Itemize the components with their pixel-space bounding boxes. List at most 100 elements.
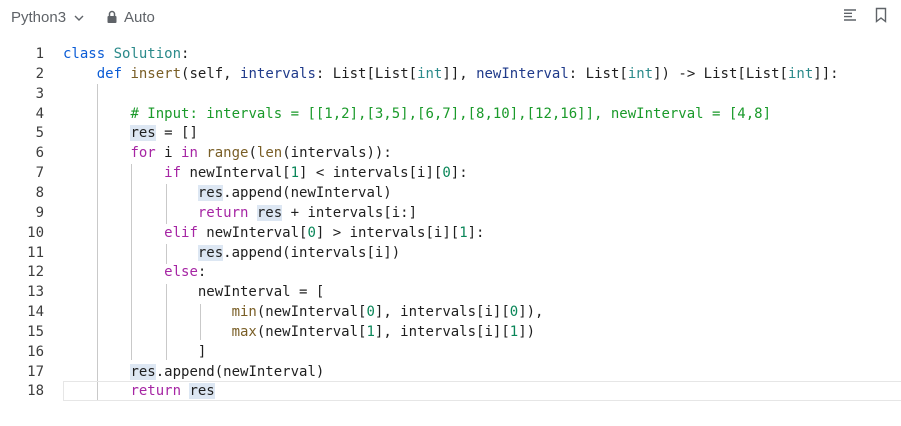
line-number: 7 [35,165,44,182]
code-line[interactable]: 1 class Solution: [0,44,901,64]
code-token: Solution [113,46,182,62]
code-token: : [181,46,190,62]
code-token: res [130,125,156,142]
code-line[interactable]: 9 return res + intervals[i:] [0,203,901,223]
code-token: res [130,363,156,380]
code-token: 1 [290,165,300,182]
line-number: 5 [35,125,44,142]
code-token: range [206,145,249,162]
language-label: Python3 [11,8,67,26]
editor-toolbar: Python3 Auto [0,0,901,34]
code-line[interactable]: 2 def insert(self, intervals: List[List[… [0,64,901,84]
code-text: class Solution: [63,44,189,64]
code-token: : List[List[ [315,65,418,82]
line-number: 16 [27,343,44,360]
line-number: 10 [27,224,44,241]
code-line[interactable]: 5 res = [] [0,123,901,143]
code-text: return res + intervals[i:] [63,203,417,223]
code-line[interactable]: 14 min(newInterval[0], intervals[i][0]), [0,302,901,322]
code-token: (intervals)): [282,145,392,162]
code-line[interactable]: 12 else: [0,262,901,282]
code-text: min(newInterval[0], intervals[i][0]), [63,302,544,322]
code-token: ], intervals[i][ [374,323,510,340]
code-line[interactable]: 4 # Input: intervals = [[1,2],[3,5],[6,7… [0,104,901,124]
line-number: 9 [35,204,44,221]
code-token: else [164,264,198,281]
code-token: res [197,244,224,261]
code-editor[interactable]: 1 class Solution: 2 def insert(self, inter… [0,44,901,404]
code-token: : [197,264,207,281]
code-token: 0 [366,304,375,321]
line-number: 2 [35,65,44,82]
code-line[interactable]: 6 for i in range(len(intervals)): [0,143,901,163]
code-token: ( [248,145,257,162]
code-token: return [130,383,182,400]
code-token: 0 [307,224,316,241]
line-number: 12 [27,264,44,281]
code-token: ]: [467,224,485,241]
code-text: max(newInterval[1], intervals[i][1]) [63,322,535,342]
code-token: if [164,165,182,182]
code-token: int [787,65,814,82]
code-text: res.append(intervals[i]) [63,243,400,263]
mode-label: Auto [124,8,155,26]
line-number: 1 [35,46,44,62]
line-number: 4 [35,105,44,122]
code-token: ]), [518,304,544,321]
code-text: return res [63,381,215,401]
code-line[interactable]: 11 res.append(intervals[i]) [0,243,901,263]
code-text: def insert(self, intervals: List[List[in… [63,64,839,84]
code-token: len [256,145,283,162]
format-code-button[interactable] [841,8,859,26]
code-token: max [231,323,257,340]
line-number: 18 [27,383,44,400]
language-select[interactable]: Python3 [11,8,85,26]
code-token: ], intervals[i][ [374,304,510,321]
line-number: 13 [27,284,44,301]
bookmark-icon [873,7,889,28]
line-number: 6 [35,145,44,162]
code-token: ]) -> List[List[ [653,65,788,82]
line-number: 14 [27,304,44,321]
code-token: def [96,65,123,82]
code-line[interactable]: 7 if newInterval[1] < intervals[i][0]: [0,163,901,183]
mode-indicator[interactable]: Auto [106,8,155,26]
code-line[interactable]: 18 return res [0,381,901,402]
code-token: 1 [366,323,375,340]
code-token: 1 [509,323,519,340]
bookmark-button[interactable] [872,7,890,28]
code-token: i [155,145,182,162]
code-token: + intervals[i:] [282,204,418,221]
code-line[interactable]: 3 [0,84,901,104]
code-token: res [197,184,224,201]
code-text: res = [] [63,123,198,143]
code-line[interactable]: 13 newInterval = [ [0,282,901,302]
code-token: ] > intervals[i][ [315,224,460,241]
code-token: ]], [442,65,477,82]
code-token: class [63,46,106,62]
code-token: res [256,204,283,221]
format-icon [842,7,858,28]
code-line[interactable]: 16 ] [0,342,901,362]
code-line[interactable]: 10 elif newInterval[0] > intervals[i][1]… [0,223,901,243]
code-line[interactable]: 17 res.append(newInterval) [0,362,901,382]
code-token: newInterval = [ [63,284,325,301]
code-text: for i in range(len(intervals)): [63,143,392,163]
lock-icon [106,10,118,24]
code-token: (self, [181,65,241,82]
code-text: res.append(newInterval) [63,183,392,203]
code-line[interactable]: 8 res.append(newInterval) [0,183,901,203]
code-text: elif newInterval[0] > intervals[i][1]: [63,223,484,243]
code-token: return [197,204,249,221]
code-token: : List[ [568,65,628,82]
code-token: in [181,145,198,162]
code-line[interactable]: 15 max(newInterval[1], intervals[i][1]) [0,322,901,342]
